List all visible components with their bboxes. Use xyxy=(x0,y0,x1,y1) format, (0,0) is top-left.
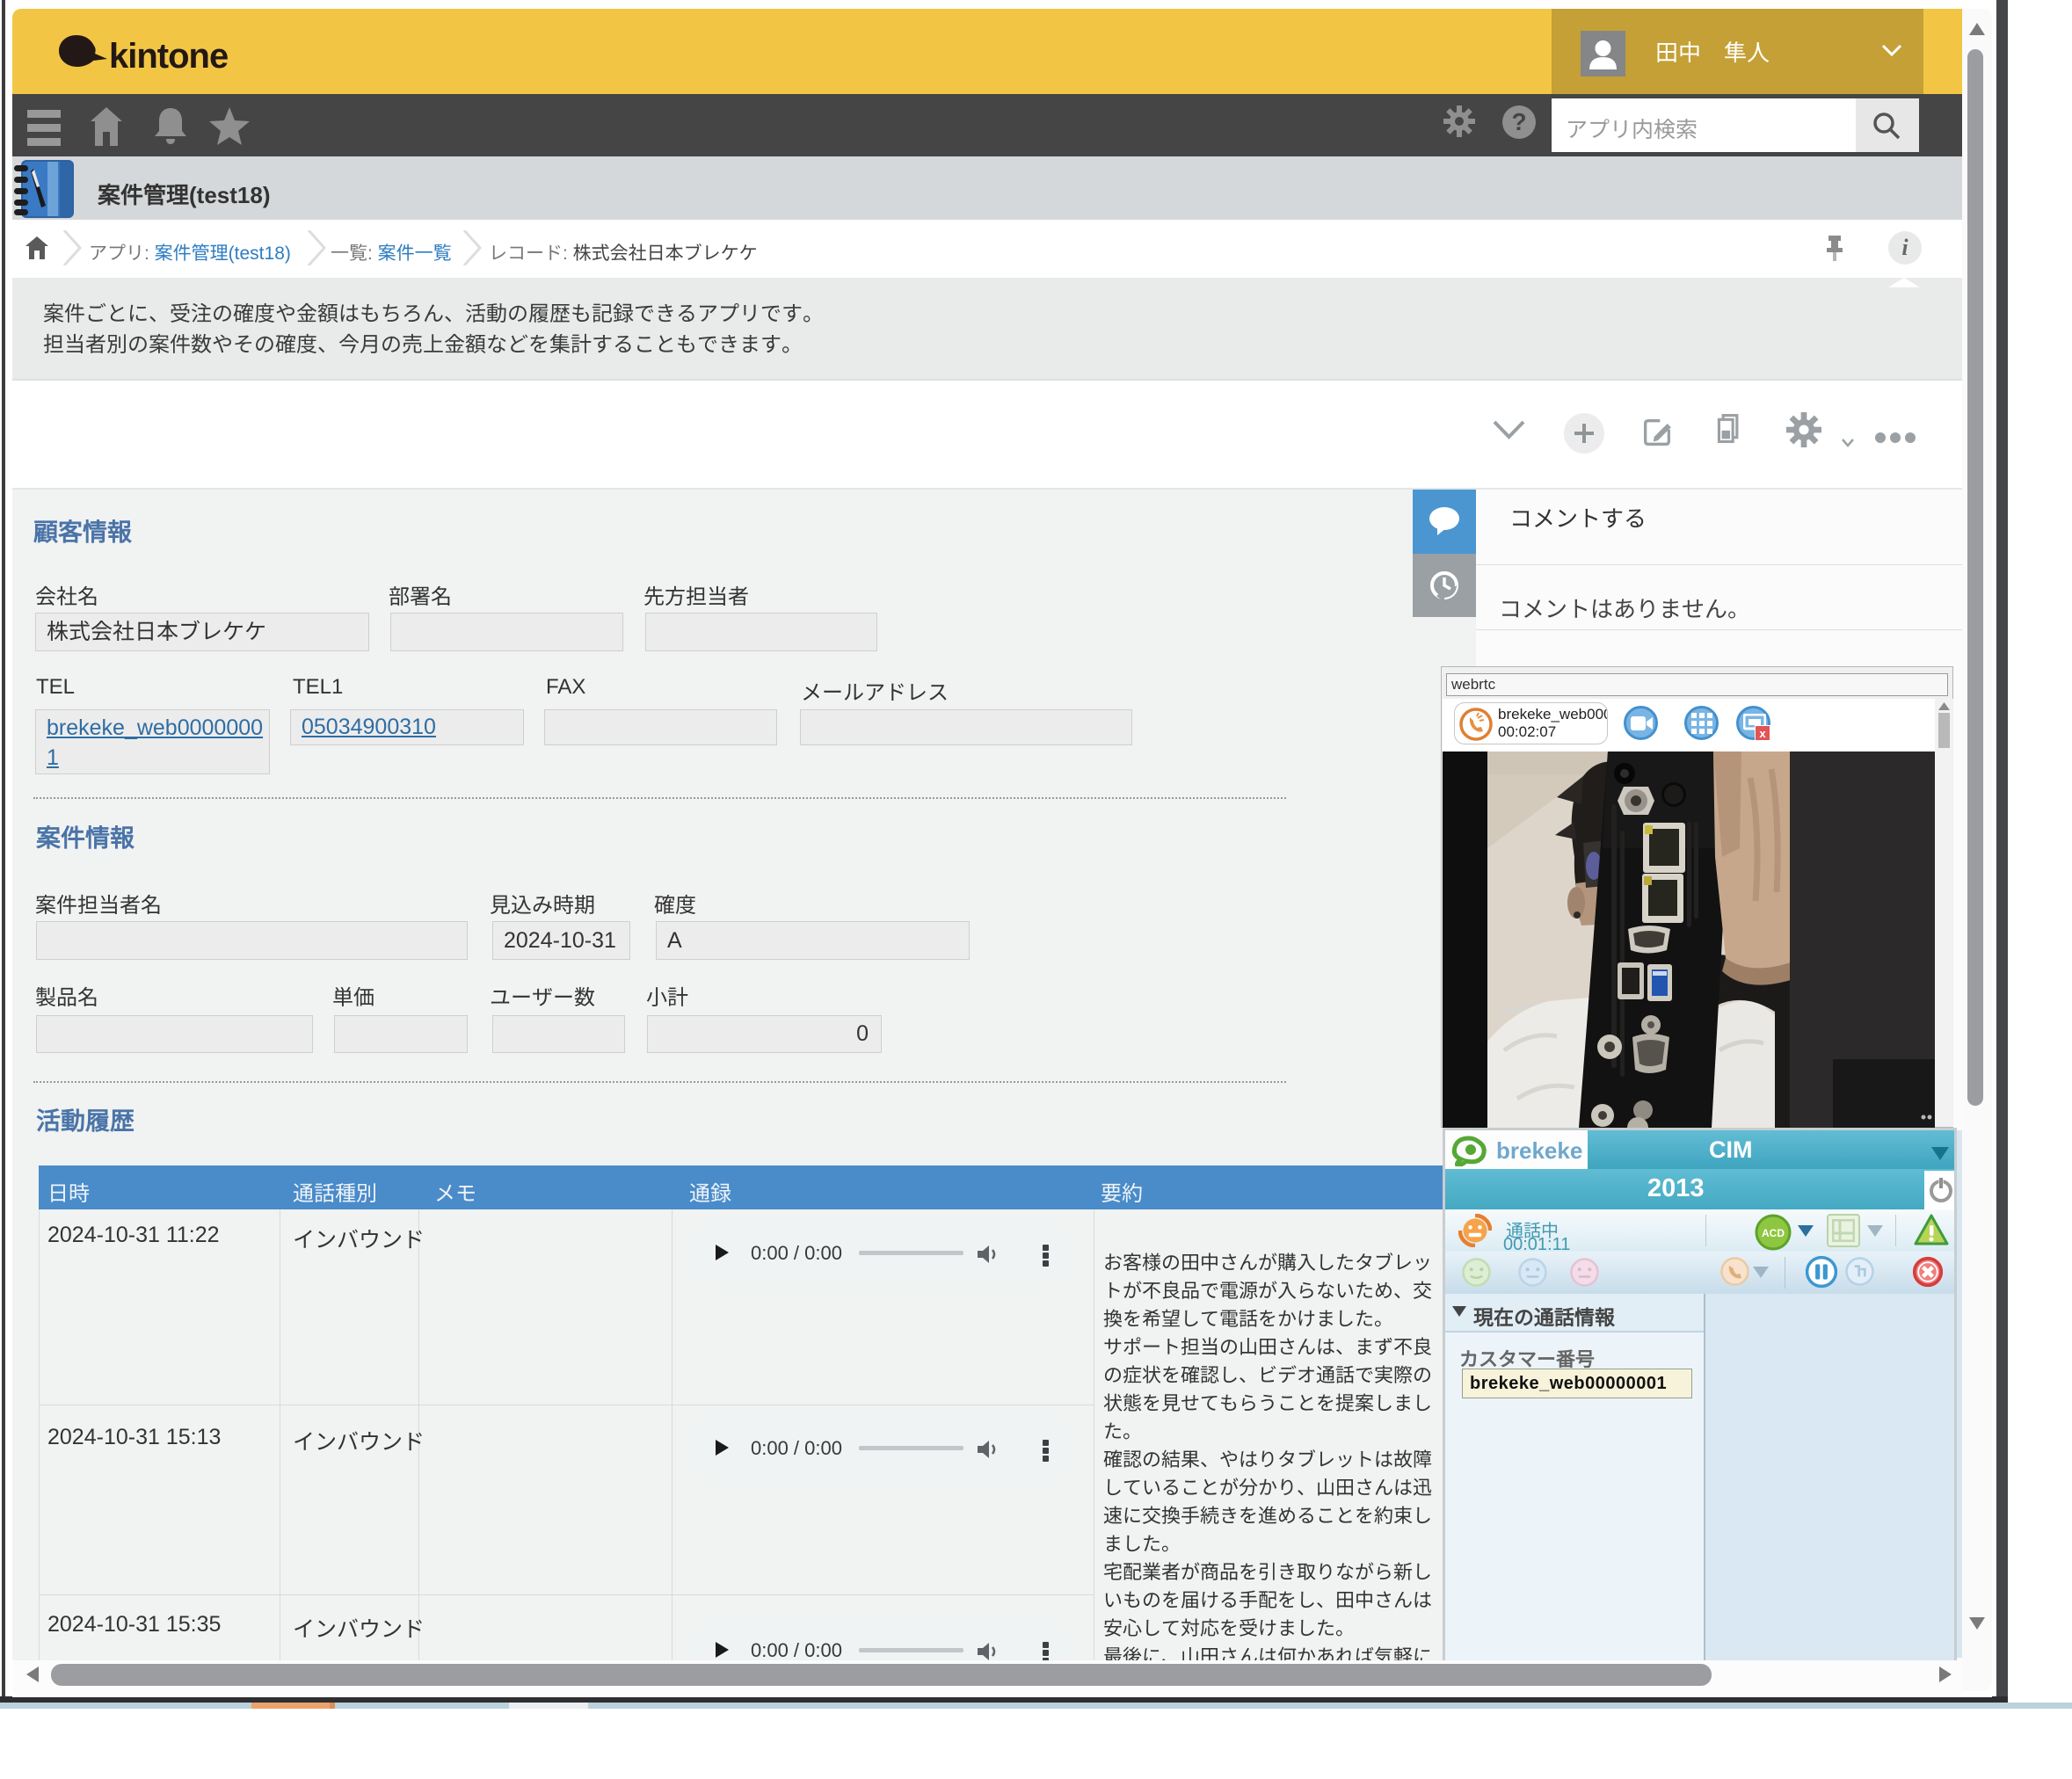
svg-text:ACD: ACD xyxy=(1762,1227,1785,1239)
